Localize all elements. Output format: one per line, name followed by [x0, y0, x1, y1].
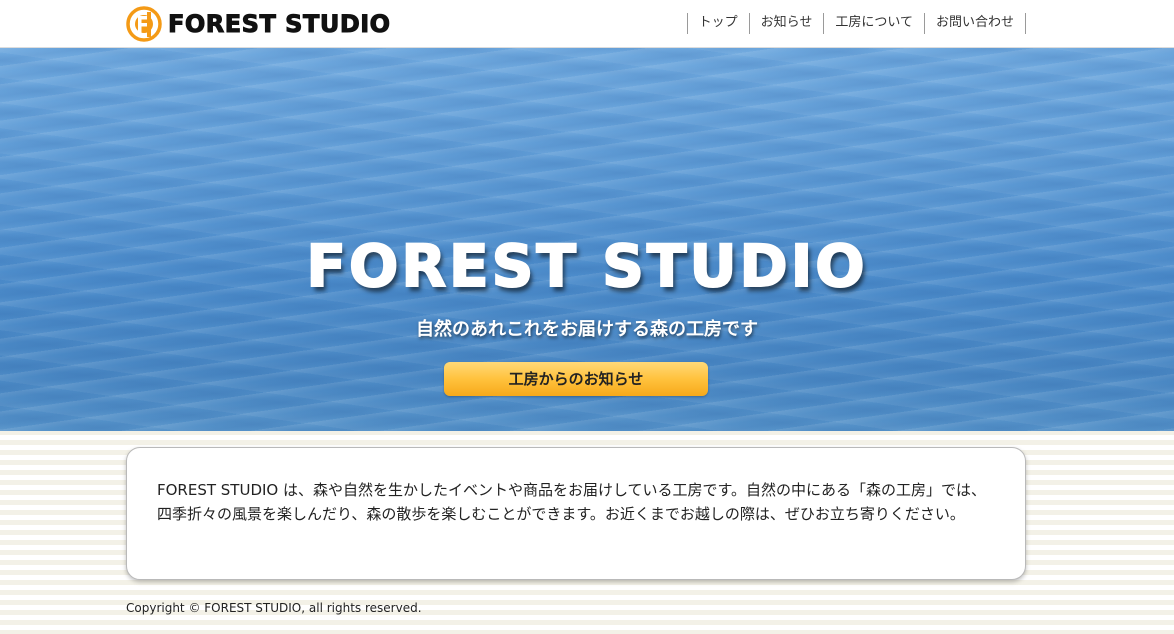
nav-item-news[interactable]: お知らせ	[750, 13, 825, 34]
logo-text: FOREST STUDIO	[168, 10, 391, 39]
main-nav: トップ お知らせ 工房について お問い合わせ	[686, 13, 1026, 34]
hero-section: FOREST STUDIO 自然のあれこれをお届けする森の工房です 工房からのお…	[0, 48, 1174, 431]
hero-title: FOREST STUDIO	[305, 232, 868, 300]
forest-studio-logo-icon	[126, 6, 162, 42]
news-button[interactable]: 工房からのお知らせ	[444, 362, 708, 396]
nav-item-top[interactable]: トップ	[688, 13, 750, 34]
copyright-text: Copyright © FOREST STUDIO, all rights re…	[126, 601, 422, 615]
site-header: FOREST STUDIO トップ お知らせ 工房について お問い合わせ	[0, 0, 1174, 48]
nav-item-about[interactable]: 工房について	[824, 13, 925, 34]
intro-card: FOREST STUDIO は、森や自然を生かしたイベントや商品をお届けしている…	[126, 447, 1026, 580]
site-logo[interactable]: FOREST STUDIO	[126, 5, 391, 43]
nav-item-contact[interactable]: お問い合わせ	[925, 13, 1026, 34]
intro-text: FOREST STUDIO は、森や自然を生かしたイベントや商品をお届けしている…	[157, 481, 987, 523]
hero-subtitle: 自然のあれこれをお届けする森の工房です	[416, 319, 758, 340]
